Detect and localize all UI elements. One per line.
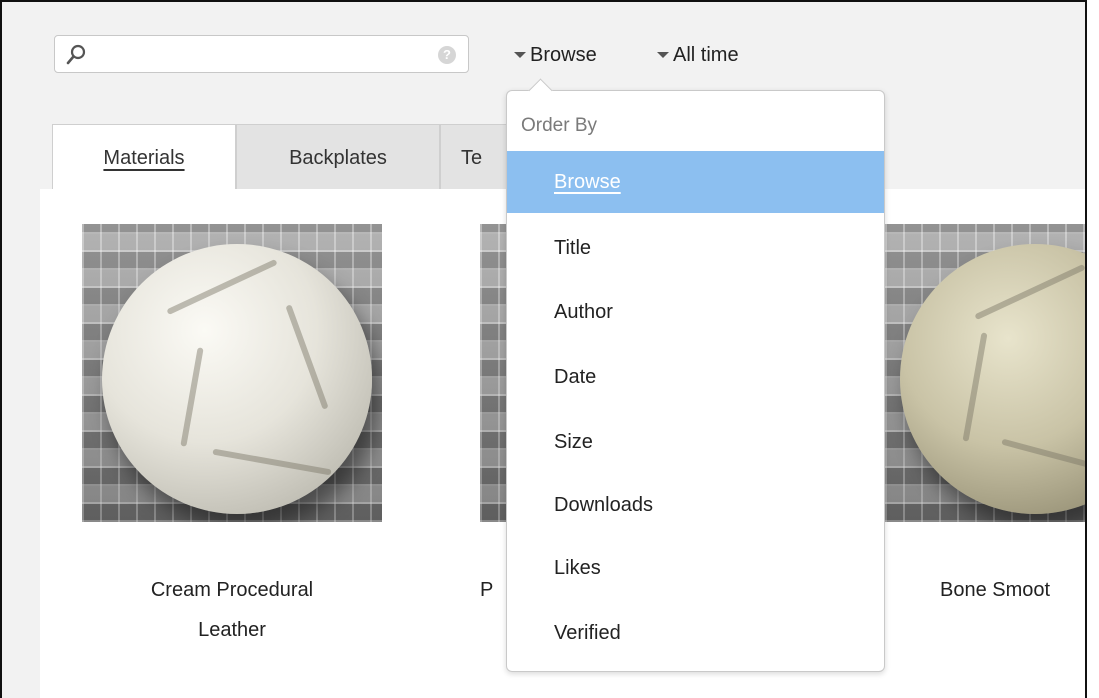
caret-down-icon [657,52,669,58]
search-input[interactable] [93,40,427,70]
browser-window: ? Browse All time Materials Backplates T… [0,0,1087,698]
material-sphere-image [900,244,1085,514]
menu-item-size[interactable]: Size [507,411,884,473]
menu-item-date[interactable]: Date [507,346,884,408]
material-sphere-image [102,244,372,514]
material-thumbnail[interactable] [885,224,1085,522]
material-title[interactable]: Bone Smoot [940,570,1085,610]
menu-item-author[interactable]: Author [507,281,884,343]
tab-materials[interactable]: Materials [52,124,236,191]
search-icon [66,44,86,65]
help-icon[interactable]: ? [438,46,456,64]
menu-item-title[interactable]: Title [507,217,884,279]
material-thumbnail[interactable] [82,224,382,522]
time-range-label: All time [673,43,739,66]
time-range-dropdown[interactable]: All time [657,42,739,68]
search-box[interactable]: ? [54,35,469,73]
order-by-dropdown[interactable]: Browse [514,42,597,68]
menu-item-likes[interactable]: Likes [507,537,884,599]
menu-item-downloads[interactable]: Downloads [507,474,884,536]
order-by-header: Order By [521,115,598,136]
material-title[interactable]: Cream Procedural Leather [82,570,382,650]
order-by-label: Browse [530,43,597,66]
order-by-menu: Order By Browse Title Author Date Size D… [506,78,885,672]
tab-backplates[interactable]: Backplates [236,124,440,190]
caret-down-icon [514,52,526,58]
menu-item-browse[interactable]: Browse [507,151,884,213]
menu-pointer [528,78,553,103]
menu-item-verified[interactable]: Verified [507,602,884,664]
